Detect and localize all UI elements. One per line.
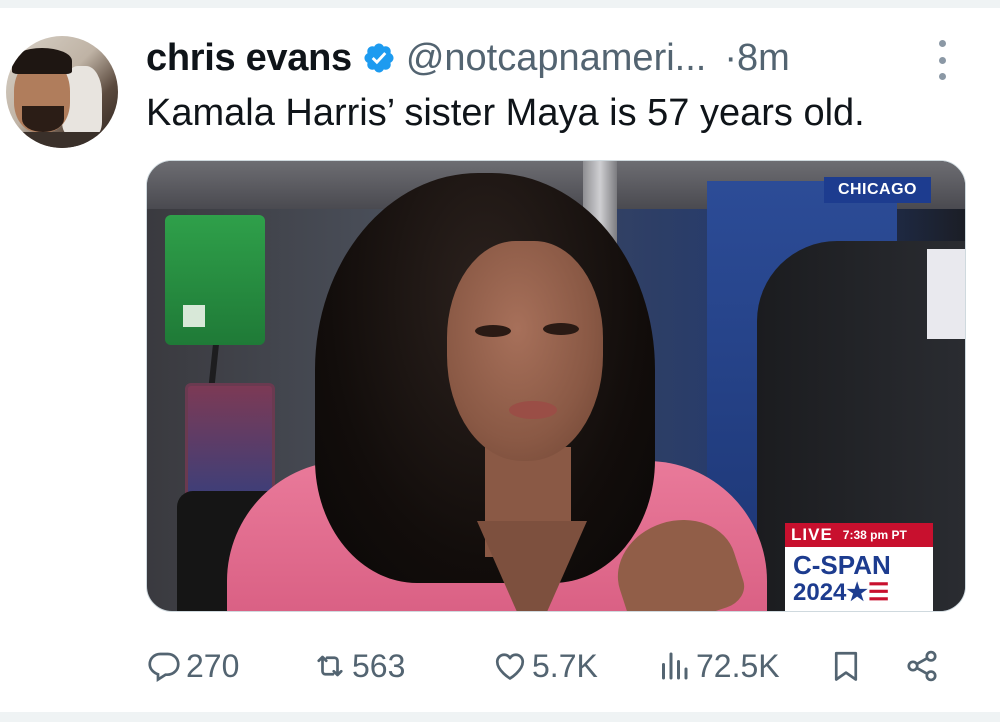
share-button[interactable] <box>904 640 940 692</box>
avatar-beard <box>22 106 64 132</box>
vertical-dots-icon <box>938 40 946 47</box>
cspan-year: 2024★☰ <box>793 579 925 607</box>
retweet-count: 563 <box>352 647 406 684</box>
cspan-stripes-icon: ☰ <box>867 579 890 606</box>
live-label: LIVE <box>791 525 833 544</box>
cspan-network-name: C-SPAN <box>793 550 891 580</box>
share-nodes-icon <box>907 650 937 682</box>
location-tag: CHICAGO <box>823 177 931 203</box>
reply-count: 270 <box>186 647 240 684</box>
cspan-logo: C-SPAN 2024★☰ <box>785 547 933 611</box>
media-left-eye <box>475 325 511 337</box>
bookmark-button[interactable] <box>828 640 864 692</box>
vertical-dots-icon-dot <box>938 56 946 64</box>
author-avatar[interactable] <box>6 36 118 148</box>
retweet-arrows-icon <box>317 655 343 677</box>
media-shirt-collar <box>927 249 965 339</box>
bookmark-icon <box>834 651 858 681</box>
speech-bubble-icon <box>148 652 180 682</box>
verified-badge-icon <box>364 43 394 73</box>
tweet-text: Kamala Harris’ sister Maya is 57 years o… <box>146 92 865 134</box>
tweet-actions-bar: 270 563 5.7K 72.5K <box>146 640 966 692</box>
media-right-eye <box>543 323 579 335</box>
time-separator: · <box>724 36 737 79</box>
retweet-button[interactable]: 563 <box>312 640 405 692</box>
media-green-credential <box>165 215 265 345</box>
bar-chart-icon <box>662 652 688 680</box>
bottom-divider <box>0 712 1000 722</box>
more-options-button[interactable] <box>934 40 950 80</box>
time-value: 8m <box>737 36 790 79</box>
live-time: 7:38 pm PT <box>842 528 907 542</box>
tweet-timestamp[interactable]: ·8m <box>724 37 789 80</box>
top-divider <box>0 0 1000 8</box>
cspan-year-number: 2024 <box>793 579 847 606</box>
live-bar: LIVE 7:38 pm PT <box>785 523 933 547</box>
media-woman-face <box>447 241 603 461</box>
media-red-credential <box>185 383 275 503</box>
avatar-shirt <box>6 132 118 148</box>
cspan-bug: LIVE 7:38 pm PT C-SPAN 2024★☰ <box>785 523 933 611</box>
heart-outline-icon <box>495 653 525 680</box>
author-display-name[interactable]: chris evans <box>146 37 352 80</box>
avatar-hair <box>12 48 72 74</box>
view-count: 72.5K <box>696 647 780 684</box>
like-count: 5.7K <box>532 647 598 684</box>
vertical-dots-icon-dot <box>938 73 946 80</box>
reply-button[interactable]: 270 <box>146 640 239 692</box>
tweet-header: chris evans @notcapnameri... ·8m <box>146 36 790 80</box>
author-handle[interactable]: @notcapnameri... <box>406 37 707 80</box>
media-lips <box>509 401 557 419</box>
like-button[interactable]: 5.7K <box>492 640 598 692</box>
tweet-media-image[interactable]: CHICAGO LIVE 7:38 pm PT C-SPAN 2024★☰ <box>146 160 966 612</box>
views-button[interactable]: 72.5K <box>656 640 780 692</box>
cspan-star-icon: ★ <box>846 579 868 606</box>
